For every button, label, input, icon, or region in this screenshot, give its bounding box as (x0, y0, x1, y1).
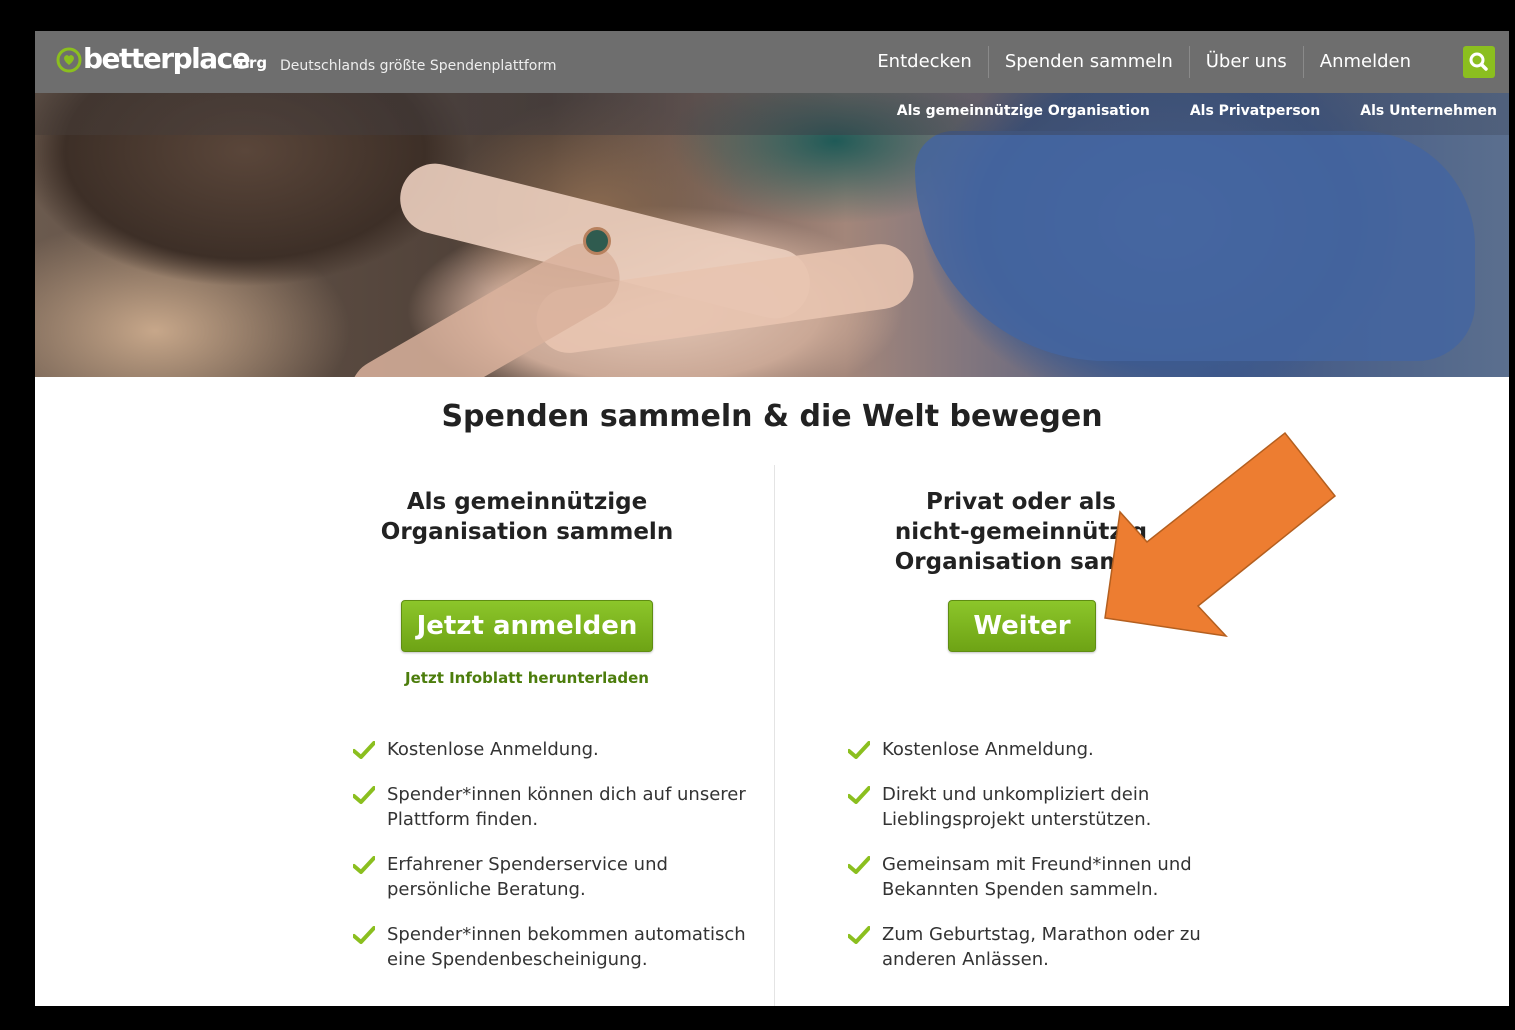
logo-suffix[interactable]: .org (233, 54, 267, 72)
top-navigation-bar: betterplace .org Deutschlands größte Spe… (35, 31, 1509, 93)
search-button[interactable] (1463, 46, 1495, 78)
left-title-line: Als gemeinnützige (406, 489, 648, 515)
list-item: Direkt und unkompliziert dein Lieblingsp… (848, 782, 1268, 832)
main-nav: Entdecken Spenden sammeln Über uns Anmel… (861, 31, 1427, 93)
subnav-item-unternehmen[interactable]: Als Unternehmen (1360, 103, 1497, 119)
feature-text: Direkt und unkompliziert dein (882, 784, 1150, 805)
subnav-items: Als gemeinnützige Organisation Als Priva… (857, 103, 1497, 119)
search-icon (1469, 52, 1488, 71)
logo-text[interactable]: betterplace (83, 42, 251, 75)
infoblatt-download-link[interactable]: Jetzt Infoblatt herunterladen (287, 669, 767, 687)
feature-text: anderen Anlässen. (882, 949, 1049, 970)
feature-text: Bekannten Spenden sammeln. (882, 879, 1159, 900)
check-icon (848, 926, 870, 944)
right-title-line: Organisation samm (894, 549, 1148, 575)
feature-text: Gemeinsam mit Freund*innen und (882, 854, 1192, 875)
hero-hand-shape (337, 230, 633, 377)
subnav-item-privatperson[interactable]: Als Privatperson (1190, 103, 1320, 119)
feature-text: persönliche Beratung. (387, 879, 586, 900)
sub-navigation-bar: Als gemeinnützige Organisation Als Priva… (35, 93, 1509, 135)
feature-text: Plattform finden. (387, 809, 539, 830)
feature-text: Kostenlose Anmeldung. (882, 739, 1094, 760)
check-icon (353, 741, 375, 759)
right-feature-list: Kostenlose Anmeldung. Direkt und unkompl… (848, 737, 1268, 992)
check-icon (353, 856, 375, 874)
list-item: Zum Geburtstag, Marathon oder zu anderen… (848, 922, 1268, 972)
check-icon (848, 786, 870, 804)
tagline: Deutschlands größte Spendenplattform (280, 58, 557, 74)
feature-text: Spender*innen können dich auf unserer (387, 784, 746, 805)
right-title-link[interactable]: nicht-gemeinnützig (781, 517, 1261, 547)
left-column-title: Als gemeinnützige Organisation sammeln (287, 487, 767, 547)
feature-text: eine Spendenbescheinigung. (387, 949, 648, 970)
jetzt-anmelden-button[interactable]: Jetzt anmelden (401, 600, 653, 652)
right-title-line: Privat oder als (926, 489, 1116, 515)
list-item: Gemeinsam mit Freund*innen und Bekannten… (848, 852, 1268, 902)
page: betterplace .org Deutschlands größte Spe… (35, 31, 1509, 1006)
left-feature-list: Kostenlose Anmeldung. Spender*innen könn… (353, 737, 773, 992)
check-icon (848, 741, 870, 759)
feature-text: Spender*innen bekommen automatisch (387, 924, 746, 945)
check-icon (353, 926, 375, 944)
weiter-button[interactable]: Weiter (948, 600, 1096, 652)
left-title-line: Organisation sammeln (380, 519, 674, 545)
hero-sleeve-shape (915, 131, 1475, 361)
right-column-title: Privat oder als nicht-gemeinnützig Organ… (781, 487, 1261, 577)
list-item: Spender*innen bekommen automatisch eine … (353, 922, 773, 972)
check-icon (353, 786, 375, 804)
hero-ring-shape (583, 227, 611, 255)
list-item: Kostenlose Anmeldung. (353, 737, 773, 762)
feature-text: Kostenlose Anmeldung. (387, 739, 599, 760)
feature-text: Lieblingsprojekt unterstützen. (882, 809, 1152, 830)
nav-item-ueber-uns[interactable]: Über uns (1188, 46, 1303, 78)
column-divider (774, 465, 775, 1006)
list-item: Kostenlose Anmeldung. (848, 737, 1268, 762)
heart-pin-icon[interactable] (55, 46, 83, 74)
list-item: Spender*innen können dich auf unserer Pl… (353, 782, 773, 832)
feature-text: Zum Geburtstag, Marathon oder zu (882, 924, 1201, 945)
check-icon (848, 856, 870, 874)
nav-item-entdecken[interactable]: Entdecken (861, 46, 988, 78)
nav-item-anmelden[interactable]: Anmelden (1302, 46, 1427, 78)
list-item: Erfahrener Spenderservice und persönlich… (353, 852, 773, 902)
nav-item-spenden-sammeln[interactable]: Spenden sammeln (987, 46, 1189, 78)
subnav-item-organisation[interactable]: Als gemeinnützige Organisation (897, 103, 1150, 119)
feature-text: Erfahrener Spenderservice und (387, 854, 668, 875)
page-title: Spenden sammeln & die Welt bewegen (441, 399, 1103, 434)
